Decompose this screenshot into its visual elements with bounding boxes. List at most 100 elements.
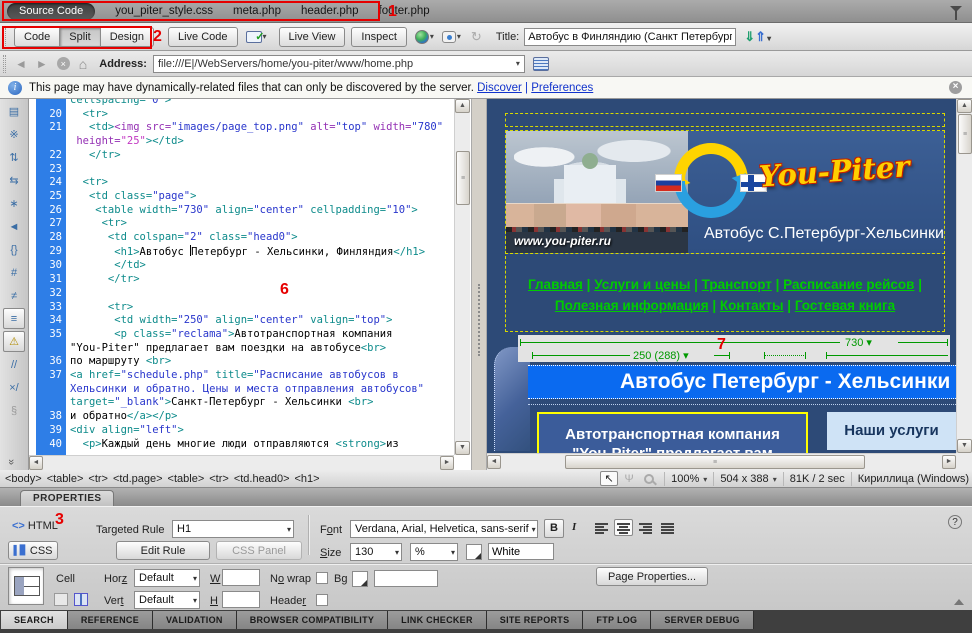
help-icon[interactable]: ? <box>948 515 962 529</box>
results-tab-ftp-log[interactable]: FTP LOG <box>583 611 651 629</box>
targeted-rule-select[interactable]: H1▾ <box>172 520 294 538</box>
site-nav-link[interactable]: Полезная информация <box>555 298 709 313</box>
preview-in-browser-icon[interactable]: ▾ <box>415 30 434 44</box>
cell-width-input[interactable] <box>222 569 260 586</box>
reclama-text-block[interactable]: Автотранспортная компания "You-Piter" пр… <box>537 412 808 454</box>
table-width-bar[interactable]: 730 ▾ 250 (288) ▾ <box>518 335 950 362</box>
select-tool-icon[interactable]: ↖ <box>600 471 618 486</box>
tag-selector-item[interactable]: <td.page> <box>113 473 163 485</box>
syntax-error-alerts-icon[interactable]: ⚠ <box>3 331 25 352</box>
scroll-right-icon[interactable]: ► <box>440 456 454 470</box>
site-nav-link[interactable]: Расписание рейсов <box>783 277 914 292</box>
refresh-icon[interactable]: ↻ <box>471 29 482 45</box>
css-mode-button[interactable]: ▌▊ CSS <box>8 541 58 560</box>
horz-select[interactable]: Default▾ <box>134 569 200 587</box>
window-size[interactable]: 504 x 388 ▾ <box>720 473 776 485</box>
expand-all-icon[interactable]: ∗ <box>3 193 25 214</box>
scrollbar-thumb[interactable]: ≡ <box>565 455 865 469</box>
edit-rule-button[interactable]: Edit Rule <box>116 541 210 560</box>
split-view-button[interactable]: Split <box>60 27 100 47</box>
align-justify-icon[interactable] <box>658 519 677 536</box>
inspect-button[interactable]: Inspect <box>351 27 406 47</box>
bold-button[interactable]: B <box>544 519 564 538</box>
get-file-icon[interactable]: ⇓ <box>744 29 755 45</box>
bg-color-input[interactable] <box>374 570 438 587</box>
scrollbar-thumb[interactable]: ≡ <box>456 151 470 205</box>
design-vertical-scrollbar[interactable]: ▲ ≡ ▼ <box>956 99 972 453</box>
address-dropdown-icon[interactable]: ▾ <box>516 59 520 68</box>
results-tab-site-reports[interactable]: SITE REPORTS <box>487 611 584 629</box>
site-nav-link[interactable]: Главная <box>528 277 583 292</box>
design-canvas[interactable]: You-Piter Автобус С.Петербург-Хельсинки … <box>487 99 956 454</box>
close-icon[interactable]: × <box>949 81 962 94</box>
highlight-invalid-code-icon[interactable]: ≠ <box>3 285 25 306</box>
collapse-selection-icon[interactable]: ⇆ <box>3 170 25 191</box>
related-file-tab[interactable]: footer.php <box>379 5 430 17</box>
text-color-swatch[interactable] <box>466 544 482 560</box>
design-horizontal-scrollbar[interactable]: ◄ ≡ ► <box>487 453 956 470</box>
code-pane[interactable]: cellspacing="0">20 <tr>21 <td><img src="… <box>29 99 471 470</box>
put-file-icon[interactable]: ⇑▾ <box>755 29 771 45</box>
related-file-tab[interactable]: you_piter_style.css <box>115 5 213 17</box>
visual-aids-icon[interactable]: ▾ <box>442 31 461 43</box>
forward-icon[interactable]: ► <box>36 57 48 71</box>
tag-selector-item[interactable]: <tr> <box>88 473 108 485</box>
merge-cells-icon[interactable] <box>54 593 68 606</box>
scroll-right-icon[interactable]: ► <box>942 455 956 469</box>
apply-comment-icon[interactable]: // <box>3 354 25 375</box>
scroll-left-icon[interactable]: ◄ <box>29 456 43 470</box>
preferences-link[interactable]: Preferences <box>531 82 593 94</box>
related-file-tab[interactable]: meta.php <box>233 5 281 17</box>
text-color-input[interactable] <box>488 543 554 560</box>
results-tab-browser-compatibility[interactable]: BROWSER COMPATIBILITY <box>237 611 388 629</box>
header-checkbox[interactable] <box>316 594 328 606</box>
toolbar-grip[interactable] <box>3 28 6 46</box>
font-select[interactable]: Verdana, Arial, Helvetica, sans-serif▾ <box>350 520 538 538</box>
open-documents-icon[interactable]: ▤ <box>3 101 25 122</box>
format-source-icon[interactable]: § <box>3 400 25 421</box>
design-view-button[interactable]: Design <box>101 27 154 47</box>
results-tab-link-checker[interactable]: LINK CHECKER <box>388 611 487 629</box>
vert-select[interactable]: Default▾ <box>134 591 200 609</box>
site-nav-link[interactable]: Транспорт <box>702 277 772 292</box>
nowrap-checkbox[interactable] <box>316 572 328 584</box>
balance-braces-icon[interactable]: {} <box>3 239 25 260</box>
toolbar-grip[interactable] <box>3 55 6 73</box>
css-panel-button[interactable]: CSS Panel <box>216 541 302 560</box>
site-nav-link[interactable]: Услуги и цены <box>594 277 690 292</box>
chevron-icon[interactable]: » <box>5 459 17 465</box>
results-tab-reference[interactable]: REFERENCE <box>68 611 153 629</box>
line-numbers-icon[interactable]: # <box>3 262 25 283</box>
scroll-up-icon[interactable]: ▲ <box>455 99 470 113</box>
code-navigator-icon[interactable]: ※ <box>3 124 25 145</box>
live-view-options-icon[interactable] <box>533 57 549 71</box>
collapse-full-tag-icon[interactable]: ⇅ <box>3 147 25 168</box>
split-cell-icon[interactable] <box>74 593 88 606</box>
page-heading[interactable]: Автобус Петербург - Хельсинки <box>528 365 956 399</box>
address-field[interactable]: file:///E|/WebServers/home/you-piter/www… <box>153 55 525 73</box>
tag-selector-item[interactable]: <table> <box>47 473 84 485</box>
page-properties-button[interactable]: Page Properties... <box>596 567 708 586</box>
code-editor[interactable]: cellspacing="0">20 <tr>21 <td><img src="… <box>36 99 456 456</box>
discover-link[interactable]: Discover <box>477 82 522 94</box>
zoom-tool-icon[interactable] <box>640 471 658 486</box>
tag-selector-item[interactable]: <h1> <box>295 473 320 485</box>
select-parent-tag-icon[interactable]: ◄ <box>3 216 25 237</box>
collapse-panel-icon[interactable] <box>954 599 964 605</box>
site-nav-link[interactable]: Контакты <box>720 298 784 313</box>
source-code-tab[interactable]: Source Code <box>7 3 95 20</box>
properties-tab[interactable]: PROPERTIES <box>20 490 114 506</box>
align-left-icon[interactable] <box>592 519 611 536</box>
split-view-divider[interactable] <box>471 99 487 470</box>
design-pane[interactable]: You-Piter Автобус С.Петербург-Хельсинки … <box>487 99 972 470</box>
scroll-down-icon[interactable]: ▼ <box>957 439 972 453</box>
scrollbar-thumb[interactable]: ≡ <box>958 114 972 154</box>
check-browser-compatibility-icon[interactable]: ▾ <box>246 31 267 43</box>
title-input[interactable] <box>524 28 736 46</box>
code-view-button[interactable]: Code <box>14 27 60 47</box>
align-center-icon[interactable] <box>614 519 633 536</box>
home-icon[interactable]: ⌂ <box>79 56 87 72</box>
column-width-label[interactable]: 250 (288) ▾ <box>630 349 692 362</box>
tag-selector-item[interactable]: <table> <box>168 473 205 485</box>
live-view-button[interactable]: Live View <box>279 27 346 47</box>
